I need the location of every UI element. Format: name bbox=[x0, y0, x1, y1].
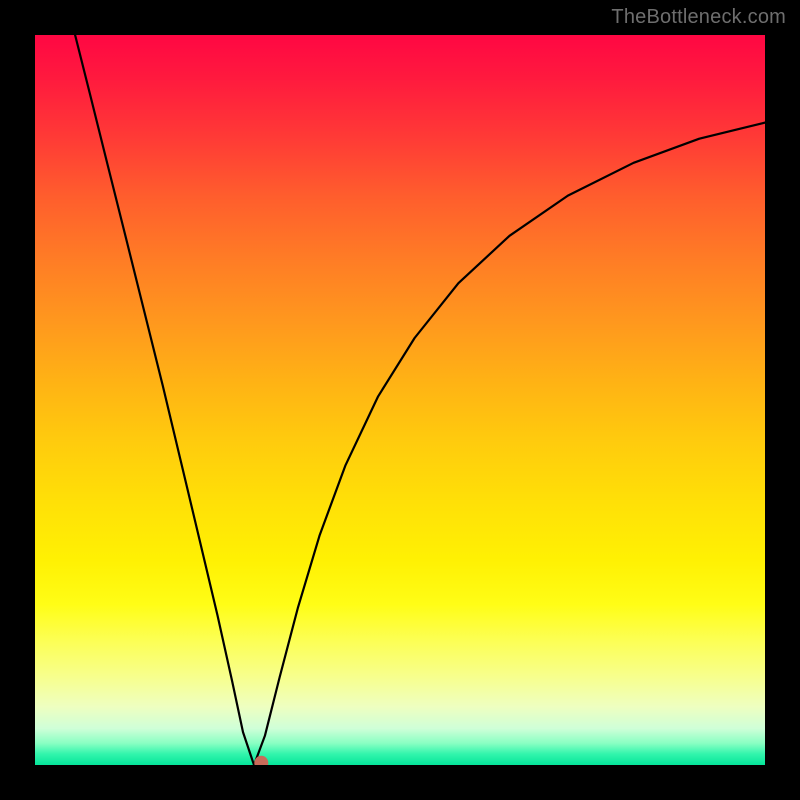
curve-svg bbox=[35, 35, 765, 765]
bottleneck-curve bbox=[75, 35, 765, 765]
watermark-text: TheBottleneck.com bbox=[611, 6, 786, 29]
chart-frame: TheBottleneck.com bbox=[0, 0, 800, 800]
plot-area bbox=[35, 35, 765, 765]
